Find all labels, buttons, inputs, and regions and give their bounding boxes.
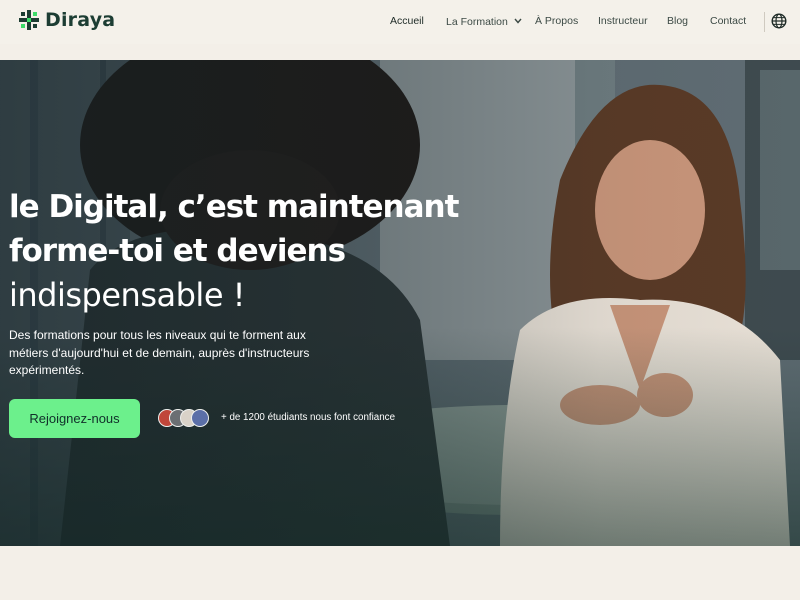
nav-divider (764, 12, 765, 32)
headline-line-1: le Digital, c’est maintenant (9, 189, 459, 225)
hero-description: Des formations pour tous les niveaux qui… (9, 328, 310, 377)
brand-name: Diraya (45, 9, 116, 31)
nav-blog[interactable]: Blog (667, 15, 688, 27)
join-button[interactable]: Rejoignez-nous (9, 399, 140, 438)
nav-la-formation[interactable]: La Formation (446, 15, 522, 28)
headline-line-2: forme-toi et deviens (9, 233, 346, 269)
student-avatars (158, 409, 210, 428)
chevron-down-icon (514, 15, 522, 27)
nav-contact[interactable]: Contact (710, 15, 746, 27)
avatar (191, 409, 209, 427)
nav-la-formation-label: La Formation (446, 16, 508, 28)
diraya-logo-icon (18, 9, 40, 31)
nav-a-propos[interactable]: À Propos (535, 15, 578, 27)
site-header: Diraya Accueil La Formation À Propos Ins… (0, 0, 800, 44)
globe-icon[interactable] (771, 13, 787, 29)
nav-instructeur[interactable]: Instructeur (598, 15, 648, 27)
nav-accueil[interactable]: Accueil (390, 15, 424, 27)
page-section-below (0, 546, 800, 600)
brand-logo[interactable]: Diraya (18, 9, 115, 31)
headline-line-3: indispensable ! (9, 276, 246, 314)
trust-text: + de 1200 étudiants nous font confiance (221, 412, 396, 423)
hero-headline: le Digital, c’est maintenant forme-toi e… (9, 185, 459, 317)
